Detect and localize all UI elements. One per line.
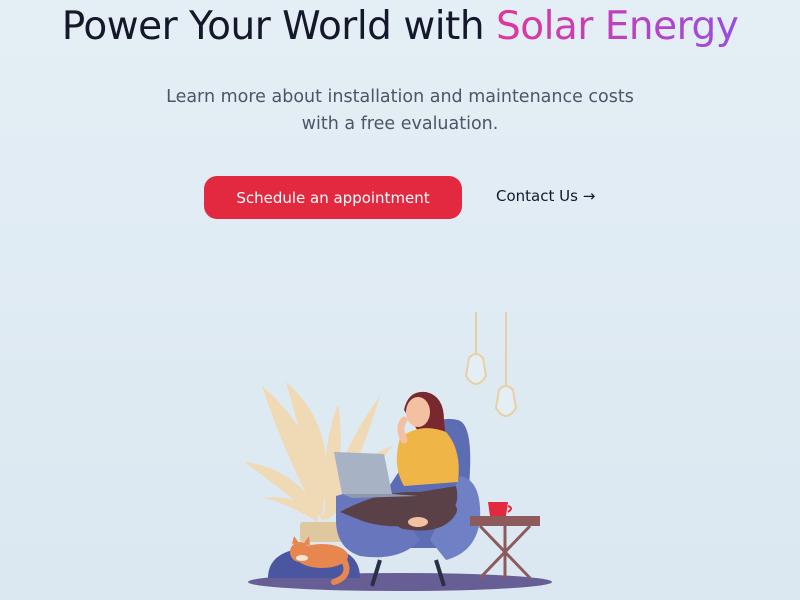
schedule-appointment-button[interactable]: Schedule an appointment	[204, 176, 462, 219]
contact-us-link[interactable]: Contact Us →	[496, 187, 595, 205]
hero-illustration	[244, 312, 552, 591]
contact-us-label: Contact Us	[496, 187, 578, 205]
hero-title-accent: Solar Energy	[495, 4, 739, 49]
hanging-lamps	[464, 312, 518, 417]
arrow-right-icon: →	[582, 187, 596, 205]
hero-title: Power Your World with Solar Energy	[0, 4, 800, 49]
hero-subtitle: Learn more about installation and mainte…	[166, 87, 634, 134]
cta-row: Schedule an appointment Contact Us →	[0, 176, 800, 219]
hero-title-prefix: Power Your World with	[61, 4, 496, 49]
side-table	[470, 502, 540, 580]
